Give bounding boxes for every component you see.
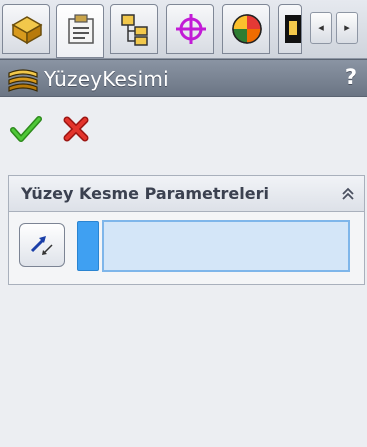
trim-tool-selection-button[interactable] bbox=[19, 223, 65, 267]
tab-feature-manager[interactable] bbox=[2, 4, 50, 54]
scroll-right-icon: ▸ bbox=[344, 21, 350, 34]
cancel-x-icon[interactable] bbox=[62, 115, 90, 143]
tab-scroll-right-button[interactable]: ▸ bbox=[336, 12, 358, 44]
group-header[interactable]: Yüzey Kesme Parametreleri bbox=[9, 176, 364, 212]
collapse-chevrons-icon[interactable] bbox=[340, 186, 356, 202]
help-button[interactable]: ? bbox=[345, 65, 357, 89]
configuration-manager-icon bbox=[121, 14, 148, 46]
tab-configuration-manager[interactable] bbox=[110, 4, 158, 54]
group-body bbox=[9, 212, 364, 284]
target-crosshair-icon bbox=[176, 14, 206, 44]
property-manager-icon bbox=[68, 14, 94, 44]
feature-tree-icon bbox=[11, 16, 43, 45]
appearance-sphere-icon bbox=[232, 14, 262, 44]
scroll-left-icon: ◂ bbox=[318, 21, 324, 34]
trim-tool-arrows-icon bbox=[30, 236, 53, 255]
trim-parameters-group: Yüzey Kesme Parametreleri bbox=[8, 175, 365, 285]
group-title: Yüzey Kesme Parametreleri bbox=[21, 184, 269, 203]
trim-tool-selection-box[interactable] bbox=[102, 220, 350, 272]
tab-scroll-left-button[interactable]: ◂ bbox=[310, 12, 332, 44]
tab-property-manager[interactable] bbox=[56, 4, 104, 58]
manager-tab-strip: ◂ ▸ bbox=[0, 0, 367, 59]
property-manager-title-bar: YüzeyKesimi ? bbox=[0, 59, 367, 97]
selection-active-marker bbox=[77, 221, 99, 271]
tab-cam-manager[interactable] bbox=[278, 4, 302, 54]
tab-dimxpert-manager[interactable] bbox=[166, 4, 214, 54]
ok-checkmark-icon[interactable] bbox=[10, 115, 42, 143]
panel-title: YüzeyKesimi bbox=[44, 67, 169, 91]
tab-display-manager[interactable] bbox=[222, 4, 270, 54]
cam-icon bbox=[285, 15, 301, 43]
surface-trim-icon bbox=[8, 69, 38, 92]
